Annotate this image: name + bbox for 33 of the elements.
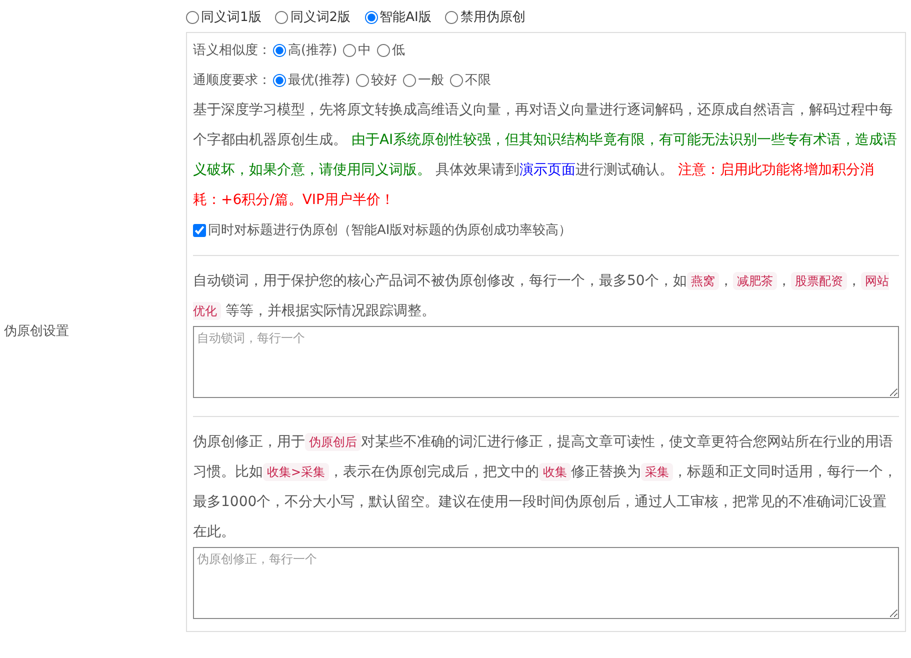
option-label: 通顺度要求： <box>193 72 271 89</box>
radio-label[interactable]: 不限 <box>465 71 492 89</box>
radio-label[interactable]: 最优(推荐) <box>288 71 350 89</box>
radio-button[interactable] <box>445 10 458 24</box>
radio-label[interactable]: 低 <box>392 41 406 59</box>
radio-label[interactable]: 较好 <box>371 71 398 89</box>
corrections-field[interactable]: 伪原创修正，每行一个 <box>193 547 899 619</box>
radio-button[interactable] <box>273 74 286 86</box>
radio-label[interactable]: 中 <box>358 41 372 59</box>
checkbox-label[interactable]: 同时对标题进行伪原创（智能AI版对标题的伪原创成功率较高） <box>208 221 572 239</box>
radio-label[interactable]: 同义词2版 <box>290 8 351 26</box>
radio-button[interactable] <box>403 74 416 86</box>
radio-label[interactable]: 智能AI版 <box>380 8 432 26</box>
option-label: 语义相似度： <box>193 42 271 59</box>
radio-button[interactable] <box>450 74 464 86</box>
radio-button[interactable] <box>364 10 378 24</box>
radio-button[interactable] <box>356 74 370 86</box>
ai-description: 基于深度学习模型，先将原文转换成高维语义向量，再对语义向量进行逐词解码，还原成自然语言，解码过程中每个字都由机器原创生成。 由于AI系统原创性较强，但其知识结构毕竟有限，有可能无法识别一些专有术语，造成语义破坏，如果介意，请使用同义词版。 具体效果请到演示页面进行测试确认。 注意：启用此功能将增加积分消耗：+6积分/篇。VIP用户半价！ <box>193 101 898 210</box>
radio-label[interactable]: 同义词1版 <box>201 8 262 26</box>
checkbox[interactable] <box>193 224 206 236</box>
corrections-description: 伪原创修正，用于 伪原创后 对某些不准确的词汇进行修正，提高文章可读性，使文章更符合您网站所在行业的用语习惯。比如 收集>采集 ，表示在伪原创完成后，把文中的 收集 修正替换为 采集 ，标题和正文同时适用，每行一个，最多1000个，不分大小写，默认留空。建议在使用一段时间伪原创后，通过人工审核，把常见的不准确词汇设置在此。 <box>193 432 898 542</box>
radio-label[interactable]: 一般 <box>418 71 444 89</box>
radio-button[interactable] <box>343 44 356 56</box>
radio-button[interactable] <box>275 10 288 24</box>
radio-button[interactable] <box>186 10 199 24</box>
lock-words-field[interactable]: 自动锁词，每行一个 <box>193 326 899 398</box>
radio-label[interactable]: 禁用伪原创 <box>460 8 526 26</box>
radio-label[interactable]: 高(推荐) <box>288 41 338 59</box>
section-label: 伪原创设置 <box>4 323 69 340</box>
radio-button[interactable] <box>273 44 286 56</box>
lock-words-description: 自动锁词，用于保护您的核心产品词不被伪原创修改，每行一个，最多50个，如 燕窝 ， 减肥茶 ， 股票配资 ， 网站优化 等等，并根据实际情况跟踪调整。 <box>193 271 890 322</box>
radio-button[interactable] <box>377 44 390 56</box>
demo-page-link[interactable]: 演示页面 <box>519 162 576 178</box>
